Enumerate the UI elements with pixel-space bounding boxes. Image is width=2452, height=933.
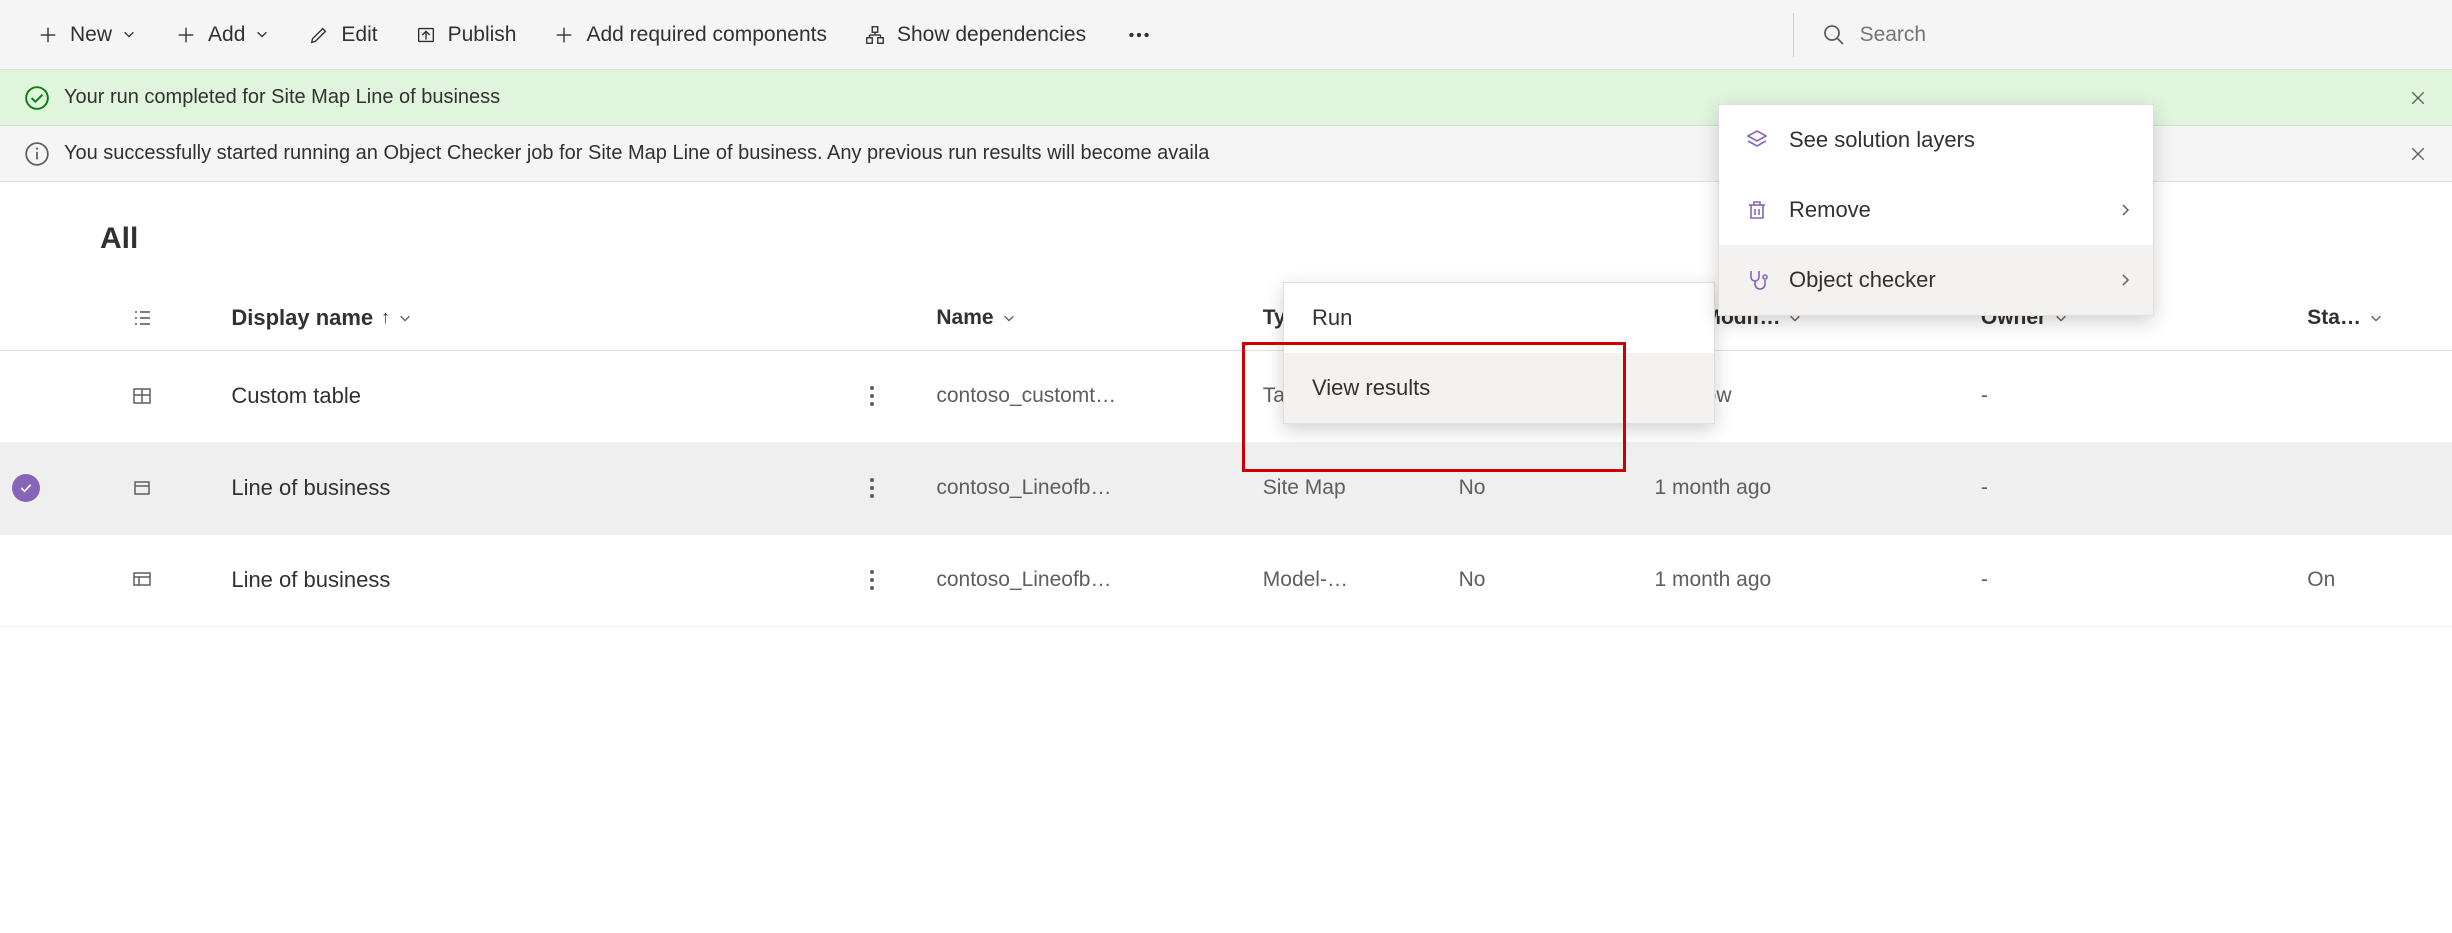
trash-icon: [1745, 198, 1769, 222]
submenu-view-results[interactable]: View results: [1284, 353, 1714, 423]
show-deps-label: Show dependencies: [897, 23, 1086, 47]
object-checker-submenu: Run View results: [1283, 282, 1715, 424]
info-circle-icon: [24, 141, 50, 167]
plus-icon: [36, 23, 60, 47]
row-managed: No: [1447, 442, 1643, 534]
row-type-icon: [130, 384, 208, 408]
row-type: Model-…: [1251, 534, 1447, 626]
row-managed: No: [1447, 534, 1643, 626]
show-dependencies-button[interactable]: Show dependencies: [845, 0, 1104, 69]
chevron-down-icon: [122, 27, 138, 43]
row-modified: 1 month ago: [1642, 442, 1968, 534]
context-menu: See solution layers Remove Object checke…: [1718, 104, 2154, 316]
row-display-name: Custom table: [219, 350, 846, 442]
row-display-name: Line of business: [219, 534, 846, 626]
row-actions-button[interactable]: [858, 386, 886, 406]
command-bar: New Add Edit Publish Add required compon…: [0, 0, 2452, 70]
row-owner: -: [1969, 534, 2295, 626]
row-owner: -: [1969, 350, 2295, 442]
new-label: New: [70, 23, 112, 47]
row-status: [2295, 350, 2452, 442]
edit-label: Edit: [341, 23, 377, 47]
submenu-run[interactable]: Run: [1284, 283, 1714, 353]
row-owner: -: [1969, 442, 2295, 534]
hierarchy-icon: [863, 23, 887, 47]
row-type-icon: [130, 476, 208, 500]
table-row[interactable]: Custom tablecontoso_customt…TableNojust …: [0, 350, 2452, 442]
more-icon: [1126, 22, 1152, 48]
new-button[interactable]: New: [18, 0, 156, 69]
selected-check-icon: [12, 474, 40, 502]
chevron-right-icon: [2117, 202, 2133, 218]
info-text: You successfully started running an Obje…: [64, 142, 1209, 165]
solution-components-table: Display name↑ Name Type Ma… Last Modif… …: [0, 286, 2452, 627]
table-row[interactable]: Line of business contoso_Lineofb…Model-…N…: [0, 534, 2452, 626]
stethoscope-icon: [1745, 268, 1769, 292]
success-text: Your run completed for Site Map Line of …: [64, 86, 500, 109]
search-icon: [1822, 23, 1846, 47]
row-name: contoso_customt…: [924, 350, 1250, 442]
add-label: Add: [208, 23, 245, 47]
publish-button[interactable]: Publish: [396, 0, 535, 69]
col-display-name[interactable]: Display name↑: [219, 286, 846, 350]
row-type-icon: [130, 568, 208, 592]
row-name: contoso_Lineofb…: [924, 534, 1250, 626]
separator: [1793, 13, 1794, 57]
overflow-button[interactable]: [1104, 0, 1174, 69]
col-status[interactable]: Sta…: [2295, 286, 2452, 350]
row-type: Site Map: [1251, 442, 1447, 534]
menu-see-layers[interactable]: See solution layers: [1719, 105, 2153, 175]
row-status: On: [2295, 534, 2452, 626]
menu-object-checker[interactable]: Object checker: [1719, 245, 2153, 315]
plus-icon: [174, 23, 198, 47]
add-required-button[interactable]: Add required components: [534, 0, 845, 69]
publish-icon: [414, 23, 438, 47]
plus-icon: [552, 23, 576, 47]
row-name: contoso_Lineofb…: [924, 442, 1250, 534]
search-input[interactable]: [1860, 23, 2434, 47]
close-info-button[interactable]: [2400, 136, 2436, 172]
chevron-right-icon: [2117, 272, 2133, 288]
table-row[interactable]: Line of business contoso_Lineofb…Site Map…: [0, 442, 2452, 534]
row-actions-button[interactable]: [858, 478, 886, 498]
row-display-name: Line of business: [219, 442, 846, 534]
chevron-down-icon: [255, 27, 271, 43]
list-icon: [130, 306, 208, 330]
check-circle-icon: [24, 85, 50, 111]
add-existing-button[interactable]: Add: [156, 0, 289, 69]
menu-remove[interactable]: Remove: [1719, 175, 2153, 245]
close-success-button[interactable]: [2400, 80, 2436, 116]
row-status: [2295, 442, 2452, 534]
row-actions-button[interactable]: [858, 570, 886, 590]
search-box[interactable]: [1800, 0, 2434, 69]
edit-button[interactable]: Edit: [289, 0, 395, 69]
sort-asc-icon: ↑: [381, 307, 390, 328]
col-name[interactable]: Name: [924, 286, 1250, 350]
row-modified: 1 month ago: [1642, 534, 1968, 626]
publish-label: Publish: [448, 23, 517, 47]
layers-icon: [1745, 128, 1769, 152]
add-required-label: Add required components: [586, 23, 827, 47]
pencil-icon: [307, 23, 331, 47]
